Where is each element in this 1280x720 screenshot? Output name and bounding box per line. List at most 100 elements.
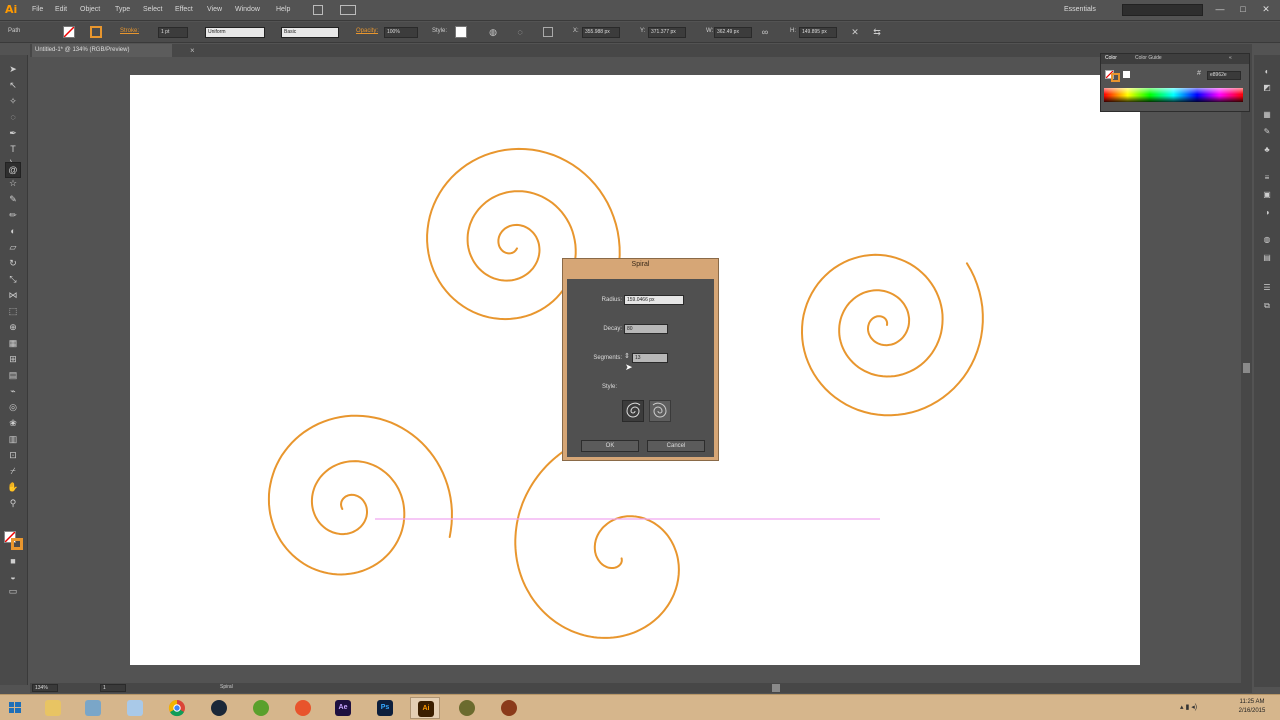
transparency-icon[interactable]: ◑ [1261, 208, 1273, 218]
color-guide-icon[interactable]: ◩ [1261, 83, 1273, 93]
app-eye-icon[interactable] [452, 697, 482, 719]
style-clockwise-option[interactable] [622, 400, 644, 422]
screen-mode-icon[interactable]: ▭ [7, 585, 19, 597]
x-field[interactable]: 355.988 px [582, 27, 620, 38]
vertical-scrollbar[interactable] [1241, 57, 1252, 683]
workspace-switcher[interactable]: Essentials [1064, 6, 1096, 13]
hand-icon[interactable]: ✋ [7, 481, 19, 493]
y-field[interactable]: 371.377 px [648, 27, 686, 38]
color-mode-icon[interactable]: ■ [7, 555, 19, 567]
opacity-label[interactable]: Opacity: [356, 28, 378, 34]
stroke-weight-field[interactable]: 1 pt [158, 27, 188, 38]
draw-mode-icon[interactable]: ◒ [7, 571, 19, 583]
pencil-icon[interactable]: ✏ [7, 209, 19, 221]
decay-field[interactable]: 80 [624, 324, 668, 334]
document-tab[interactable]: Untitled-1* @ 134% (RGB/Preview) [32, 44, 172, 57]
brush-definition[interactable]: Basic [281, 27, 339, 38]
variable-width-profile[interactable]: Uniform [205, 27, 265, 38]
ok-button[interactable]: OK [581, 440, 639, 452]
radius-field[interactable]: 159.0466 px [624, 295, 684, 305]
color-spectrum[interactable] [1104, 88, 1243, 102]
eyedropper-icon[interactable]: ⌁ [7, 385, 19, 397]
swatches-icon[interactable]: ▦ [1261, 110, 1273, 120]
stroke-color-icon[interactable] [11, 538, 23, 550]
free-transform-icon[interactable]: ⬚ [7, 305, 19, 317]
fill-swatch[interactable] [63, 26, 75, 38]
stroke-label[interactable]: Stroke: [120, 28, 139, 34]
horizontal-scroll-thumb[interactable] [772, 684, 780, 692]
rotate-icon[interactable]: ↻ [7, 257, 19, 269]
zoom-field[interactable]: 134% [32, 684, 58, 692]
tab-color-guide[interactable]: Color Guide [1135, 55, 1162, 61]
spiral-path[interactable] [267, 414, 453, 576]
style-counterclockwise-option[interactable] [649, 400, 671, 422]
minimize-button[interactable]: — [1213, 3, 1227, 15]
menu-help[interactable]: Help [276, 6, 290, 13]
color-mode-menu-icon[interactable]: # [1197, 70, 1201, 77]
symbol-sprayer-icon[interactable]: ❀ [7, 417, 19, 429]
stroke-panel-icon[interactable]: ≡ [1261, 173, 1273, 183]
segments-field[interactable]: 13 [632, 353, 668, 363]
windows-start-icon[interactable] [0, 697, 30, 719]
menu-object[interactable]: Object [80, 6, 100, 13]
transform-reference-icon[interactable] [543, 27, 553, 37]
mesh-icon[interactable]: ⊞ [7, 353, 19, 365]
perspective-icon[interactable]: ▦ [7, 337, 19, 349]
isolate-icon[interactable]: ⇆ [872, 27, 882, 37]
spiral-path[interactable] [514, 447, 680, 639]
cancel-button[interactable]: Cancel [647, 440, 705, 452]
clock[interactable]: 11:25 AM 2/16/2015 [1228, 698, 1276, 716]
system-tray-icons[interactable]: ▴ ▮ ◂) [1180, 703, 1197, 711]
app-orange-icon[interactable] [288, 697, 318, 719]
appearance-icon[interactable]: ◍ [1261, 235, 1273, 245]
panel-collapse-icon[interactable]: « [1229, 55, 1232, 61]
recolor-artwork-icon[interactable]: ◍ [488, 27, 498, 37]
menu-select[interactable]: Select [143, 6, 162, 13]
close-button[interactable]: ✕ [1259, 3, 1273, 15]
symbols-icon[interactable]: ♣ [1261, 145, 1273, 155]
width-icon[interactable]: ⋈ [7, 289, 19, 301]
stroke-swatch[interactable] [90, 26, 102, 38]
color-panel-icon[interactable]: ◐ [1261, 67, 1273, 77]
current-tool-status[interactable]: Spiral [220, 684, 233, 690]
artboard-navigation-field[interactable]: 1 [100, 684, 126, 692]
zoom-icon[interactable]: ⚲ [7, 497, 19, 509]
blob-brush-icon[interactable]: ◐ [7, 225, 19, 237]
eraser-icon[interactable]: ▱ [7, 241, 19, 253]
shape-builder-icon[interactable]: ⊕ [7, 321, 19, 333]
align-icon[interactable]: ◌ [515, 27, 525, 37]
panel-white-swatch[interactable] [1123, 71, 1130, 78]
artboards-panel-icon[interactable]: ⧉ [1261, 301, 1273, 311]
arrange-documents-icon[interactable] [340, 5, 356, 15]
opacity-field[interactable]: 100% [384, 27, 418, 38]
photoshop-icon[interactable]: Ps [370, 697, 400, 719]
hex-field[interactable]: e8962e [1207, 71, 1241, 80]
graphic-styles-icon[interactable]: ▤ [1261, 253, 1273, 263]
width-field[interactable]: 362.49 px [714, 27, 752, 38]
direct-selection-icon[interactable]: ↖ [7, 79, 19, 91]
maximize-button[interactable]: □ [1236, 3, 1250, 15]
constrain-link-icon[interactable]: ∞ [760, 27, 770, 37]
illustrator-icon[interactable]: Ai [410, 697, 440, 719]
app-bird-icon[interactable] [494, 697, 524, 719]
column-graph-icon[interactable]: ▥ [7, 433, 19, 445]
graphic-style-swatch[interactable] [455, 26, 467, 38]
recycle-icon[interactable] [78, 697, 108, 719]
chrome-icon[interactable] [162, 697, 192, 719]
segments-stepper-icon[interactable]: ⇕ [624, 352, 630, 360]
spiral-icon[interactable]: @ [5, 162, 21, 178]
pen-icon[interactable]: ✒ [7, 127, 19, 139]
menu-effect[interactable]: Effect [175, 6, 193, 13]
file-explorer-icon[interactable] [38, 697, 68, 719]
artboard-icon[interactable]: ⊡ [7, 449, 19, 461]
blend-icon[interactable]: ◎ [7, 401, 19, 413]
menu-view[interactable]: View [207, 6, 222, 13]
menu-window[interactable]: Window [235, 6, 260, 13]
rectangle-icon[interactable]: ☆ [7, 177, 19, 189]
menu-edit[interactable]: Edit [55, 6, 67, 13]
scale-icon[interactable]: ⤡ [7, 273, 19, 285]
brushes-icon[interactable]: ✎ [1261, 127, 1273, 137]
panel-stroke-swatch[interactable] [1111, 73, 1120, 82]
game-controller-icon[interactable] [246, 697, 276, 719]
tab-color[interactable]: Color [1105, 55, 1117, 61]
